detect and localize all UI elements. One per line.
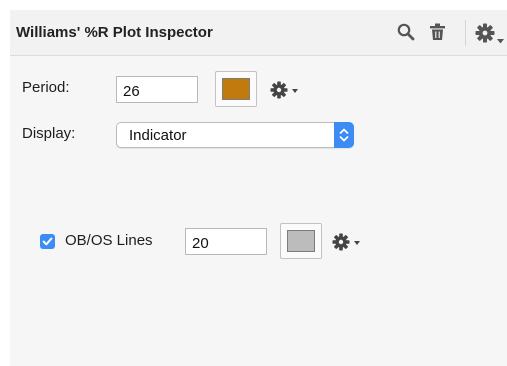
obos-lines-checkbox[interactable] <box>40 234 55 249</box>
period-color-well[interactable] <box>215 71 257 107</box>
inspector-title: Williams' %R Plot Inspector <box>16 24 213 41</box>
inspector-header: Williams' %R Plot Inspector <box>10 10 507 56</box>
display-label: Display: <box>22 125 76 142</box>
checkmark-icon <box>42 237 53 246</box>
obos-lines-input[interactable] <box>185 228 267 255</box>
obos-settings-gear-icon[interactable] <box>332 233 362 256</box>
popup-arrows-icon <box>334 122 354 148</box>
obos-color-swatch <box>287 230 315 252</box>
period-settings-gear-icon[interactable] <box>270 81 300 104</box>
period-label: Period: <box>22 79 70 96</box>
header-separator <box>465 20 466 46</box>
period-color-swatch <box>222 78 250 100</box>
chevron-down-icon[interactable] <box>497 31 504 49</box>
display-selected-value: Indicator <box>129 127 187 144</box>
search-icon[interactable] <box>397 23 415 46</box>
display-popup-button[interactable]: Indicator <box>116 122 354 148</box>
plot-inspector-panel: Williams' %R Plot Inspector Period: 26 D… <box>10 10 507 366</box>
gear-icon[interactable] <box>475 23 495 48</box>
period-input[interactable] <box>116 76 198 103</box>
obos-color-well[interactable] <box>280 223 322 259</box>
trash-icon[interactable] <box>429 23 446 46</box>
obos-lines-label: OB/OS Lines <box>65 232 153 249</box>
